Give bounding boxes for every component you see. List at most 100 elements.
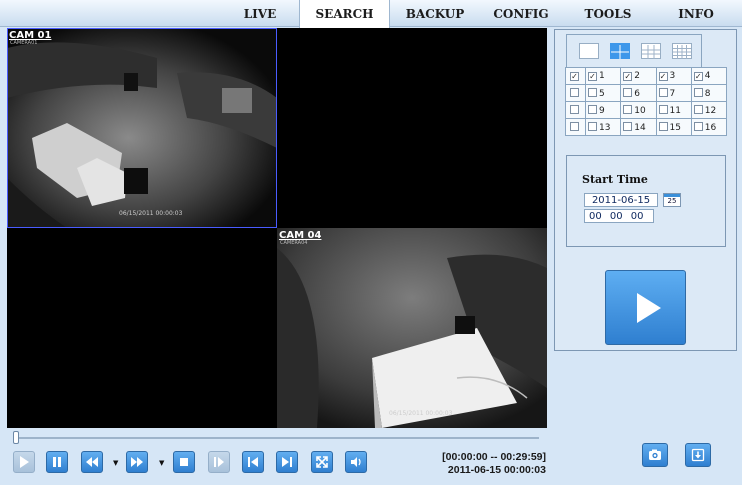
playback-time-info: [00:00:00 -- 00:29:59] 2011-06-15 00:00:… (392, 451, 546, 477)
checkbox-icon: ✓ (570, 72, 579, 81)
layout-1x1-button[interactable] (579, 43, 599, 59)
pause-icon (53, 457, 61, 467)
layout-3x3-button[interactable] (641, 43, 661, 59)
camera-feed-image (277, 228, 547, 428)
channel-number: 7 (669, 88, 676, 99)
channel-checkbox-5[interactable]: 5 (584, 84, 622, 102)
checkbox-icon (693, 87, 703, 97)
checkbox-icon: ✓ (658, 72, 668, 81)
calendar-icon[interactable]: 25 (663, 193, 681, 207)
channel-number: 3 (669, 71, 676, 81)
channel-row: 13 14 15 16 (565, 118, 728, 136)
channel-checkbox-11[interactable]: 11 (655, 101, 692, 119)
channel-number: 12 (704, 105, 717, 116)
tab-live[interactable]: LIVE (228, 0, 292, 27)
volume-icon (351, 457, 361, 467)
camera-view-3[interactable] (7, 228, 277, 428)
checkbox-icon (658, 104, 668, 114)
rewind-icon (86, 457, 98, 467)
search-play-button[interactable] (605, 270, 686, 345)
row-select-checkbox[interactable] (565, 101, 586, 119)
row-select-checkbox[interactable] (565, 118, 586, 136)
tab-info[interactable]: INFO (660, 0, 732, 27)
playback-current-time: 2011-06-15 00:00:03 (447, 464, 546, 476)
checkbox-icon (623, 104, 633, 114)
layout-2x2-button[interactable] (610, 43, 630, 59)
channel-checkbox-14[interactable]: 14 (620, 118, 657, 136)
stop-button[interactable] (173, 451, 195, 473)
channel-row: ✓ ✓ 1 ✓ 2 ✓ 3 ✓ 4 (565, 67, 728, 85)
volume-button[interactable] (345, 451, 367, 473)
channel-number: 14 (634, 122, 646, 133)
checkbox-icon (570, 87, 579, 97)
layout-4x4-button[interactable] (672, 43, 692, 59)
start-time-box: Start Time 2011-06-15 25 00 00 00 (566, 155, 726, 247)
checkbox-icon (588, 87, 597, 97)
channel-checkbox-10[interactable]: 10 (620, 101, 657, 119)
channel-checkbox-6[interactable]: 6 (620, 84, 657, 102)
video-grid: CAM 01 CAMERA01 06/15/2011 00:00:03 CAM … (7, 28, 547, 428)
slider-thumb[interactable] (13, 431, 19, 444)
tab-tools[interactable]: TOOLS (572, 0, 644, 27)
channel-number: 9 (599, 105, 605, 116)
top-nav: LIVE SEARCH BACKUP CONFIG TOOLS INFO (0, 0, 742, 28)
channel-checkbox-12[interactable]: 12 (690, 101, 728, 119)
start-time-field[interactable]: 00 00 00 (584, 209, 654, 223)
checkbox-icon (570, 121, 579, 131)
channel-number: 5 (599, 88, 605, 99)
fullscreen-button[interactable] (311, 451, 333, 473)
channel-number: 13 (599, 122, 611, 133)
channel-number: 11 (669, 105, 681, 116)
forward-speed-dropdown[interactable]: ▼ (159, 459, 164, 467)
camera-feed-image (7, 28, 277, 228)
checkbox-icon (658, 121, 668, 131)
next-record-button[interactable] (276, 451, 298, 473)
camera-sublabel: CAMERA04 (280, 240, 308, 246)
channel-checkbox-15[interactable]: 15 (655, 118, 692, 136)
download-icon (691, 448, 705, 462)
channel-checkbox-7[interactable]: 7 (655, 84, 692, 102)
playback-slider[interactable] (13, 431, 539, 444)
skip-next-icon (282, 457, 292, 467)
channel-number: 1 (599, 71, 605, 81)
step-frame-button[interactable] (208, 451, 230, 473)
pause-button[interactable] (46, 451, 68, 473)
channel-checkbox-3[interactable]: ✓ 3 (655, 67, 692, 85)
channel-checkbox-16[interactable]: 16 (690, 118, 728, 136)
checkbox-icon: ✓ (588, 72, 597, 81)
tab-config[interactable]: CONFIG (484, 0, 558, 27)
channel-checkbox-4[interactable]: ✓ 4 (690, 67, 728, 85)
start-date-field[interactable]: 2011-06-15 (584, 193, 658, 207)
grid-2x2-icon (611, 45, 629, 59)
camera-icon (649, 449, 661, 460)
camera-view-4[interactable]: CAM 04 CAMERA04 06/15/2011 00:00:03 (277, 228, 547, 428)
checkbox-icon (588, 104, 597, 114)
checkbox-icon: ✓ (623, 72, 633, 81)
channel-checkbox-1[interactable]: ✓ 1 (584, 67, 622, 85)
channel-number: 10 (634, 105, 646, 116)
fast-forward-button[interactable] (126, 451, 148, 473)
rewind-button[interactable] (81, 451, 103, 473)
camera-view-1[interactable]: CAM 01 CAMERA01 06/15/2011 00:00:03 (7, 28, 277, 228)
channel-checkbox-8[interactable]: 8 (690, 84, 728, 102)
row-select-checkbox[interactable] (565, 84, 586, 102)
previous-record-button[interactable] (242, 451, 264, 473)
checkbox-icon (623, 87, 633, 97)
snapshot-button[interactable] (642, 443, 668, 467)
rewind-speed-dropdown[interactable]: ▼ (113, 459, 118, 467)
camera-timestamp: 06/15/2011 00:00:03 (119, 210, 183, 217)
playback-range: [00:00:00 -- 00:29:59] (442, 451, 546, 463)
row-select-checkbox[interactable]: ✓ (565, 67, 586, 85)
channel-checkbox-2[interactable]: ✓ 2 (620, 67, 657, 85)
tab-search[interactable]: SEARCH (299, 0, 390, 28)
channel-number: 8 (704, 88, 711, 99)
channel-checkbox-9[interactable]: 9 (584, 101, 622, 119)
play-button[interactable] (13, 451, 35, 473)
channel-number: 6 (634, 88, 640, 99)
camera-view-2[interactable] (277, 28, 547, 228)
channel-row: 9 10 11 12 (565, 101, 728, 119)
save-clip-button[interactable] (685, 443, 711, 467)
tab-backup[interactable]: BACKUP (398, 0, 472, 27)
checkbox-icon (693, 104, 703, 114)
channel-checkbox-13[interactable]: 13 (584, 118, 622, 136)
